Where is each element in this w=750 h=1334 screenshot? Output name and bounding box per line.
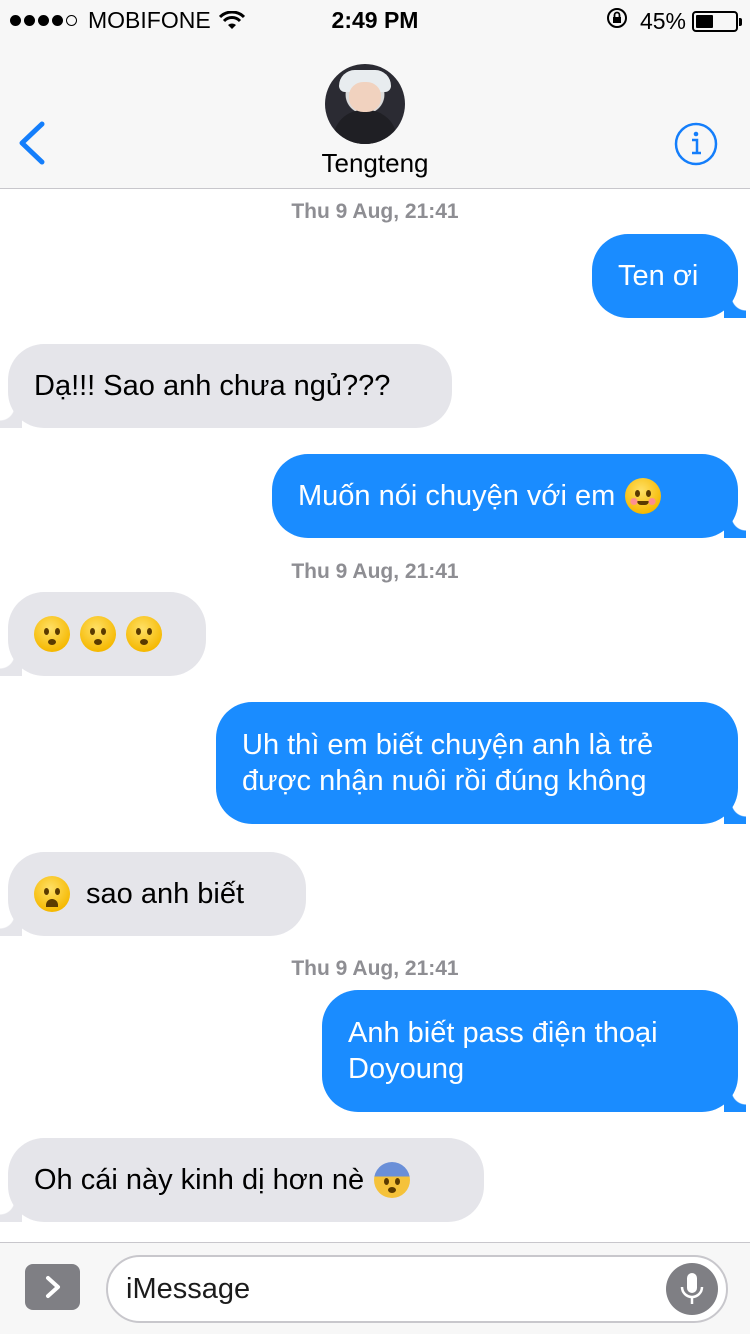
chevron-right-icon [45, 1276, 60, 1298]
message-text: sao anh biết [86, 878, 245, 910]
outgoing-message[interactable]: Ten ơi [592, 234, 746, 318]
message-text-line: Doyoung [348, 1053, 465, 1085]
incoming-message[interactable] [0, 592, 206, 676]
battery-percent: 45% [639, 7, 686, 34]
outgoing-message[interactable]: Anh biết pass điện thoại Doyoung [322, 990, 746, 1112]
incoming-message[interactable]: Oh cái này kinh dị hơn nè [0, 1138, 484, 1222]
status-bar: MOBIFONE 2:49 PM 45% [0, 0, 750, 40]
message-text: Dạ!!! Sao anh chưa ngủ??? [34, 370, 391, 402]
microphone-button[interactable] [666, 1263, 718, 1315]
message-text-line: Uh thì em biết chuyện anh là trẻ [242, 729, 654, 761]
message-text-line: Anh biết pass điện thoại [348, 1017, 658, 1049]
conversation-header: Tengteng [0, 40, 750, 189]
message-text-line: được nhận nuôi rồi đúng không [242, 765, 647, 797]
frowning-face-emoji-icon [34, 876, 70, 912]
rotation-lock-icon [606, 7, 628, 35]
message-thread[interactable]: Thu 9 Aug, 21:41 Ten ơi Dạ!!! Sao anh ch… [0, 190, 750, 1242]
message-text: Muốn nói chuyện với em [298, 480, 616, 512]
timestamp: Thu 9 Aug, 21:41 [291, 957, 459, 980]
message-text: Oh cái này kinh dị hơn nè [34, 1164, 365, 1196]
incoming-message[interactable]: sao anh biết [0, 852, 306, 936]
fearful-face-emoji-icon [374, 1162, 411, 1198]
kissing-face-emoji-icon [80, 616, 116, 652]
outgoing-message[interactable]: Muốn nói chuyện với em [272, 454, 746, 538]
smiling-blush-emoji-icon [625, 478, 662, 514]
expand-apps-button[interactable] [25, 1264, 80, 1310]
contact-name[interactable]: Tengteng [0, 148, 750, 179]
info-icon[interactable] [674, 122, 718, 166]
message-text: Ten ơi [618, 260, 699, 292]
incoming-message[interactable]: Dạ!!! Sao anh chưa ngủ??? [0, 344, 452, 428]
timestamp: Thu 9 Aug, 21:41 [291, 200, 459, 223]
outgoing-message[interactable]: Uh thì em biết chuyện anh là trẻ được nh… [216, 702, 746, 824]
contact-avatar[interactable] [325, 64, 405, 144]
battery-icon [692, 10, 742, 32]
message-input[interactable] [126, 1269, 646, 1309]
microphone-icon [680, 1273, 704, 1304]
timestamp: Thu 9 Aug, 21:41 [291, 560, 459, 583]
kissing-face-emoji-icon [126, 616, 162, 652]
compose-bar [0, 1242, 750, 1334]
kissing-face-emoji-icon [34, 616, 70, 652]
status-right: 45% [606, 7, 742, 35]
message-input-container[interactable] [106, 1255, 728, 1323]
